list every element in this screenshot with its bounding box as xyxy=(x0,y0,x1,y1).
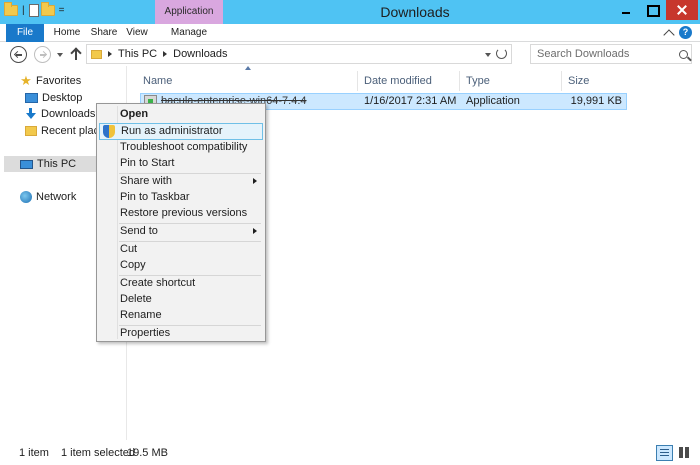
menu-item-label: Run as administrator xyxy=(121,125,223,137)
ribbon-tab-bar: File Home Share View Manage ? xyxy=(0,24,700,42)
file-date: 1/16/2017 2:31 AM xyxy=(364,95,457,107)
nav-favorites[interactable]: ★ Favorites xyxy=(20,73,81,89)
close-button[interactable] xyxy=(666,0,698,20)
nav-item-label: Downloads xyxy=(41,108,96,120)
expand-ribbon-icon[interactable] xyxy=(663,28,675,41)
ribbon-controls: ? xyxy=(663,26,692,41)
selected-count: 1 item selected xyxy=(61,447,135,459)
menu-item-label: Send to xyxy=(120,225,158,237)
folder-icon xyxy=(91,49,102,59)
window-title: Downloads xyxy=(380,4,450,20)
forward-button[interactable] xyxy=(34,46,51,63)
star-icon: ★ xyxy=(20,73,32,88)
shield-icon xyxy=(103,125,115,138)
nav-item-desktop[interactable]: Desktop xyxy=(25,90,82,106)
nav-item-label: Desktop xyxy=(42,92,83,104)
customize-toolbar-icon[interactable]: = xyxy=(59,5,65,16)
menu-item-run-as-admin[interactable]: Run as administrator xyxy=(99,123,263,140)
up-button[interactable] xyxy=(70,47,82,61)
chevron-right-icon[interactable] xyxy=(163,51,168,57)
details-view-icon[interactable] xyxy=(656,445,673,461)
search-input[interactable]: Search Downloads xyxy=(530,44,692,64)
quick-access-toolbar: | = xyxy=(4,2,66,17)
tab-manage[interactable]: Manage xyxy=(162,24,216,42)
menu-item-copy[interactable]: Copy xyxy=(99,257,263,274)
chevron-right-icon[interactable] xyxy=(108,51,112,57)
recent-locations-dropdown[interactable] xyxy=(57,53,63,57)
nav-favorites-label: Favorites xyxy=(36,75,82,87)
title-bar: | = Application Tools Downloads xyxy=(0,0,700,41)
toolbar-separator: | xyxy=(22,5,25,16)
menu-item-send-to[interactable]: Send to xyxy=(99,223,263,240)
download-icon xyxy=(25,108,37,120)
nav-item-this-pc[interactable]: This PC xyxy=(4,156,96,172)
search-icon xyxy=(679,50,688,59)
nav-item-label: This PC xyxy=(37,158,77,170)
minimize-button[interactable] xyxy=(614,0,638,20)
nav-item-label: Network xyxy=(36,191,77,203)
status-bar: 1 item 1 item selected 19.5 MB xyxy=(0,442,700,465)
sort-ascending-icon xyxy=(245,66,251,70)
refresh-icon[interactable] xyxy=(496,48,507,59)
selected-size: 19.5 MB xyxy=(127,447,168,459)
menu-item-properties[interactable]: Properties xyxy=(99,325,263,342)
desktop-icon xyxy=(25,93,38,103)
context-menu: Open Run as administrator Troubleshoot c… xyxy=(96,103,266,342)
menu-item-pin-start[interactable]: Pin to Start xyxy=(99,155,263,172)
menu-item-troubleshoot[interactable]: Troubleshoot compatibility xyxy=(99,139,263,156)
nav-item-downloads[interactable]: Downloads xyxy=(25,106,95,122)
column-header-type[interactable]: Type xyxy=(461,71,562,91)
network-icon xyxy=(20,191,32,203)
back-button[interactable] xyxy=(10,46,27,63)
menu-item-restore[interactable]: Restore previous versions xyxy=(99,205,263,222)
breadcrumb-downloads[interactable]: Downloads xyxy=(173,48,227,60)
column-header-name[interactable]: Name xyxy=(138,71,358,91)
tab-view[interactable]: View xyxy=(122,24,152,42)
tab-share[interactable]: Share xyxy=(88,24,120,42)
nav-item-network[interactable]: Network xyxy=(20,189,76,205)
tab-file[interactable]: File xyxy=(6,24,44,42)
menu-item-create-shortcut[interactable]: Create shortcut xyxy=(99,275,263,292)
application-tools-tab-group: Application Tools xyxy=(155,0,223,41)
file-type: Application xyxy=(466,95,520,107)
help-icon[interactable]: ? xyxy=(679,26,692,39)
address-bar[interactable]: This PC Downloads xyxy=(86,44,512,64)
menu-item-delete[interactable]: Delete xyxy=(99,291,263,308)
submenu-arrow-icon xyxy=(253,178,257,184)
menu-item-rename[interactable]: Rename xyxy=(99,307,263,324)
recent-places-icon xyxy=(25,126,37,136)
submenu-arrow-icon xyxy=(253,228,257,234)
menu-item-share-with[interactable]: Share with xyxy=(99,173,263,190)
folder-icon[interactable] xyxy=(4,2,18,16)
item-count: 1 item xyxy=(19,447,49,459)
computer-icon xyxy=(20,159,33,169)
column-header-date[interactable]: Date modified xyxy=(359,71,460,91)
menu-item-pin-taskbar[interactable]: Pin to Taskbar xyxy=(99,189,263,206)
tab-home[interactable]: Home xyxy=(48,24,86,42)
maximize-button[interactable] xyxy=(640,0,664,20)
address-row: This PC Downloads Search Downloads xyxy=(0,42,700,66)
new-folder-icon[interactable] xyxy=(40,2,55,16)
menu-item-open[interactable]: Open xyxy=(99,106,263,123)
breadcrumb-this-pc[interactable]: This PC xyxy=(118,48,157,60)
menu-item-label: Share with xyxy=(120,175,172,187)
properties-icon[interactable] xyxy=(28,4,39,17)
file-size: 19,991 KB xyxy=(570,95,622,107)
column-header-size[interactable]: Size xyxy=(563,71,627,91)
large-icons-view-icon[interactable] xyxy=(678,446,692,460)
menu-item-cut[interactable]: Cut xyxy=(99,241,263,258)
address-dropdown-icon[interactable] xyxy=(485,53,491,57)
